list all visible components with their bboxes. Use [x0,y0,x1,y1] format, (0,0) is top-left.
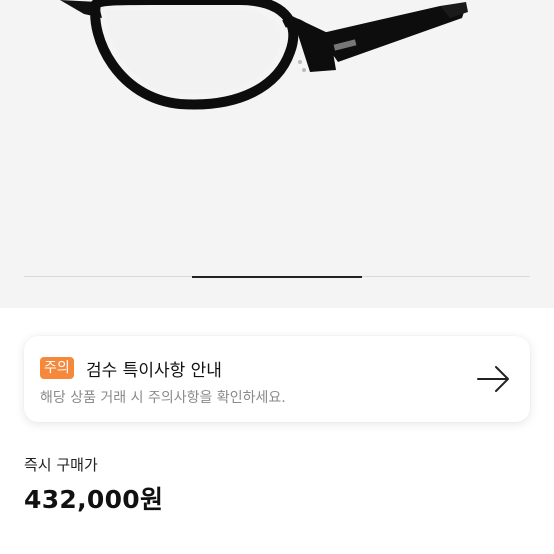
arrow-right-icon[interactable] [476,364,512,394]
carousel-indicator [192,276,362,278]
product-image-carousel[interactable] [0,0,554,308]
cutoff-text-row [24,540,354,554]
eyeglasses-product-image [60,0,468,110]
inspection-notice-card[interactable]: 주의 검수 특이사항 안내 해당 상품 거래 시 주의사항을 확인하세요. [24,336,530,422]
notice-title: 검수 특이사항 안내 [86,361,222,381]
notice-description: 해당 상품 거래 시 주의사항을 확인하세요. [40,390,286,406]
instant-buy-price: 432,000원 [24,485,164,514]
instant-buy-price-label: 즉시 구매가 [24,456,98,474]
caution-badge: 주의 [40,357,74,379]
